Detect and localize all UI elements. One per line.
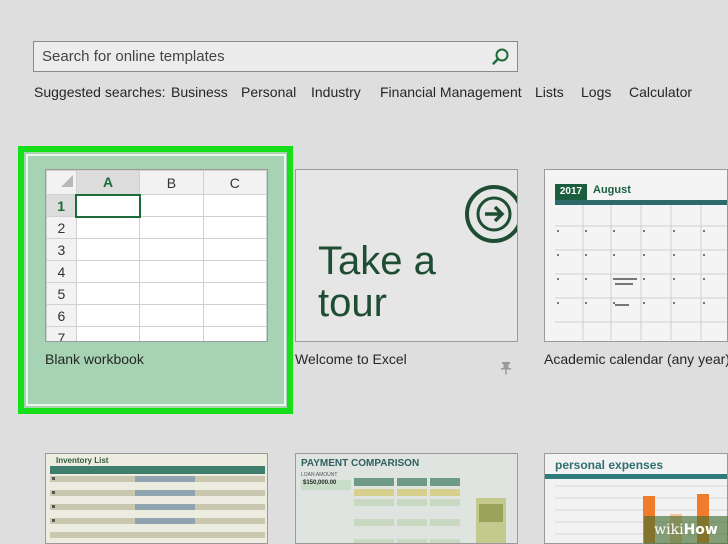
search-box [33,41,518,72]
academic-calendar-label[interactable]: Academic calendar (any year) [544,351,728,367]
selected-cell [75,193,141,218]
personal-expenses-title: personal expenses [555,458,664,472]
search-input[interactable] [42,42,482,71]
row-header: 4 [46,260,77,283]
welcome-to-excel-label[interactable]: Welcome to Excel [295,351,407,367]
grid-cell [139,238,204,261]
blank-workbook-thumbnail[interactable]: A B C 1 2 3 4 5 6 7 [45,169,268,342]
grid-cell [139,216,204,239]
column-header: B [139,170,204,195]
inventory-list-title: Inventory List [56,456,109,465]
row-header: 2 [46,216,77,239]
calendar-year: 2017 [555,184,587,200]
blank-workbook-label[interactable]: Blank workbook [45,351,144,367]
grid-cell [202,282,267,305]
payment-table-graphic [354,478,506,543]
row-header: 1 [46,194,77,217]
suggested-financial-management-link[interactable]: Financial Management [380,84,522,100]
row-header: 3 [46,238,77,261]
wikihow-how-text: How [683,522,718,538]
arrow-right-circle-icon [464,184,517,249]
take-a-tour-text: Take a tour [318,239,436,325]
payment-loan-amount: $150,000.00 [301,480,351,490]
grid-cell [202,194,267,217]
payment-comparison-thumbnail[interactable]: PAYMENT COMPARISON LOAN AMOUNT $150,000.… [295,453,518,544]
suggested-logs-link[interactable]: Logs [581,84,611,100]
grid-cell [75,260,141,283]
calendar-grid-graphic [555,200,727,340]
suggested-calculator-link[interactable]: Calculator [629,84,692,100]
suggested-label: Suggested searches: [34,84,166,100]
grid-cell [139,282,204,305]
grid-cell [202,326,267,341]
column-header: A [75,170,141,196]
row-header: 6 [46,304,77,327]
pin-icon[interactable] [500,361,512,380]
grid-cell [202,238,267,261]
take-a-tour-thumbnail[interactable]: Take a tour [295,169,518,342]
grid-cell [75,238,141,261]
suggested-industry-link[interactable]: Industry [311,84,361,100]
wikihow-wiki-text: wiki [654,522,684,538]
payment-loan-amount-label: LOAN AMOUNT [301,472,338,478]
column-header: C [202,170,267,195]
search-icon[interactable] [491,47,511,67]
suggested-business-link[interactable]: Business [171,84,228,100]
grid-cell [75,216,141,239]
row-header: 5 [46,282,77,305]
grid-cell [139,304,204,327]
inventory-table-graphic [50,466,265,538]
grid-cell [139,326,204,341]
suggested-lists-link[interactable]: Lists [535,84,564,100]
grid-cell [202,260,267,283]
grid-cell [202,216,267,239]
inventory-list-thumbnail[interactable]: Inventory List [45,453,268,544]
suggested-personal-link[interactable]: Personal [241,84,296,100]
grid-cell [139,194,204,217]
grid-cell [75,304,141,327]
row-header: 7 [46,326,77,341]
calendar-month: August [593,184,631,196]
grid-corner [46,170,77,195]
worksheet-grid: A B C 1 2 3 4 5 6 7 [46,170,267,341]
wikihow-watermark: wikiHow [644,516,728,544]
payment-comparison-title: PAYMENT COMPARISON [301,458,420,469]
grid-cell [75,282,141,305]
grid-cell [75,326,141,341]
grid-cell [202,304,267,327]
academic-calendar-thumbnail[interactable]: 2017 August [544,169,728,342]
grid-cell [139,260,204,283]
